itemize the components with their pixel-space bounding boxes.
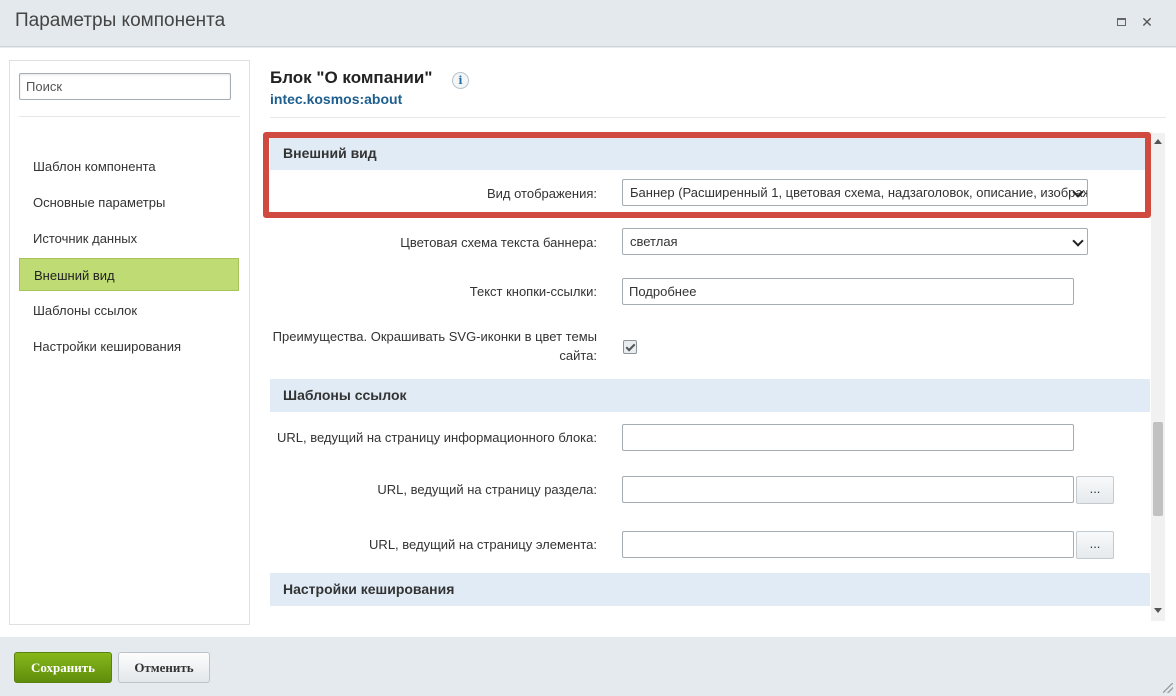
maximize-icon[interactable] [1114, 15, 1128, 29]
section-url-browse-button[interactable]: ... [1076, 476, 1114, 504]
banner-color-label: Цветовая схема текста баннера: [400, 235, 597, 250]
button-text-field[interactable] [622, 278, 1074, 305]
section-appearance-header: Внешний вид [270, 137, 1150, 170]
scrollbar[interactable] [1151, 133, 1165, 621]
section-link-templates-header: Шаблоны ссылок [270, 379, 1150, 412]
resize-handle-icon[interactable] [1163, 683, 1173, 693]
header-divider [270, 117, 1166, 118]
window-titlebar: Параметры компонента ✕ [0, 0, 1176, 47]
view-mode-select[interactable]: Баннер (Расширенный 1, цветовая схема, н… [622, 179, 1088, 206]
view-mode-value: Баннер (Расширенный 1, цветовая схема, н… [630, 185, 1088, 200]
view-mode-label: Вид отображения: [486, 186, 597, 201]
scroll-up-icon[interactable] [1154, 139, 1162, 144]
element-url-field[interactable] [622, 531, 1074, 558]
svg-color-checkbox[interactable] [623, 340, 637, 354]
iblock-url-label: URL, ведущий на страницу информационного… [276, 430, 597, 445]
section-url-field[interactable] [622, 476, 1074, 503]
svg-color-label: Преимущества. Окрашивать SVG-иконки в цв… [272, 329, 597, 363]
element-url-browse-button[interactable]: ... [1076, 531, 1114, 559]
section-url-label: URL, ведущий на страницу раздела: [377, 482, 597, 497]
scroll-thumb[interactable] [1153, 422, 1163, 516]
button-text-label: Текст кнопки-ссылки: [469, 284, 597, 299]
sidebar-divider [19, 116, 240, 117]
dialog-content: Шаблон компонента Основные параметры Ист… [0, 48, 1176, 637]
scroll-down-icon[interactable] [1154, 608, 1162, 613]
save-button[interactable]: Сохранить [14, 652, 112, 683]
cancel-button[interactable]: Отменить [118, 652, 210, 683]
search-input[interactable] [19, 73, 231, 100]
sidebar-item-main-params[interactable]: Основные параметры [19, 186, 239, 219]
sidebar-item-caching[interactable]: Настройки кеширования [19, 330, 239, 363]
chevron-down-icon [1072, 235, 1084, 247]
sidebar: Шаблон компонента Основные параметры Ист… [9, 60, 250, 625]
iblock-url-field[interactable] [622, 424, 1074, 451]
close-icon[interactable]: ✕ [1140, 15, 1154, 29]
sidebar-item-template[interactable]: Шаблон компонента [19, 150, 239, 183]
sidebar-item-appearance[interactable]: Внешний вид [19, 258, 239, 291]
sidebar-item-link-templates[interactable]: Шаблоны ссылок [19, 294, 239, 327]
banner-color-select[interactable]: светлая [622, 228, 1088, 255]
info-icon[interactable]: i [452, 72, 469, 89]
sidebar-item-data-source[interactable]: Источник данных [19, 222, 239, 255]
element-url-label: URL, ведущий на страницу элемента: [369, 537, 597, 552]
settings-panel: Блок "О компании" i intec.kosmos:about В… [270, 48, 1176, 637]
banner-color-value: светлая [630, 234, 678, 249]
section-caching-header: Настройки кеширования [270, 573, 1150, 606]
component-id: intec.kosmos:about [270, 91, 403, 107]
dialog-footer: Сохранить Отменить [0, 637, 1176, 696]
window-title: Параметры компонента [15, 10, 226, 31]
component-title: Блок "О компании" [270, 68, 433, 87]
